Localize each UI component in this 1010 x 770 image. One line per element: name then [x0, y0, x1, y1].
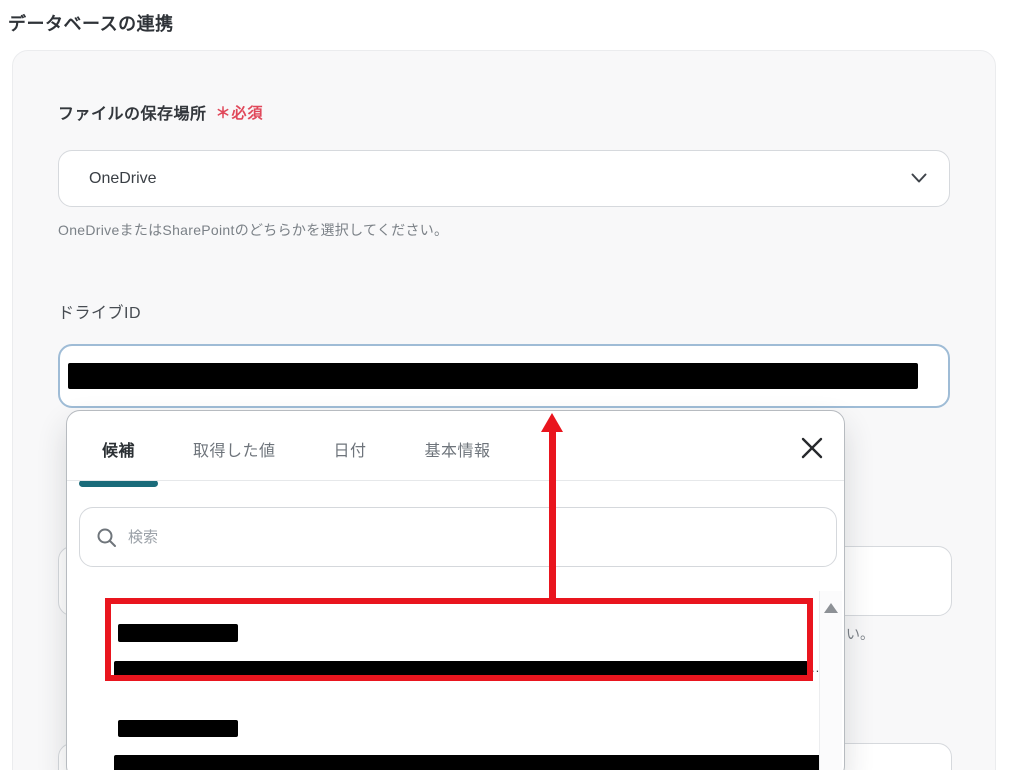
popup-search-box — [79, 507, 837, 567]
tabs-divider — [67, 480, 844, 481]
drive-id-label: ドライブID — [58, 305, 142, 322]
popup-scrollbar[interactable] — [819, 591, 842, 770]
item-value-redacted — [114, 661, 808, 679]
close-button[interactable] — [796, 432, 828, 464]
background-helper-fragment: い。 — [846, 626, 874, 642]
list-item[interactable]: ... — [67, 614, 824, 722]
required-badge: ＊必須 — [215, 104, 264, 122]
close-icon — [800, 436, 824, 460]
chevron-down-icon — [911, 173, 927, 184]
item-title-redacted — [118, 624, 238, 642]
screen: データベースの連携 ファイルの保存場所 ＊必須 OneDrive OneDriv… — [0, 0, 1010, 770]
drive-id-input[interactable] — [58, 344, 950, 408]
item-title-redacted — [118, 720, 238, 737]
tab-date[interactable]: 日付 — [311, 429, 390, 469]
list-item[interactable]: ... — [67, 710, 841, 770]
tab-candidates[interactable]: 候補 — [79, 429, 159, 487]
tab-basic-info[interactable]: 基本情報 — [402, 429, 514, 469]
storage-label: ファイルの保存場所 — [58, 106, 207, 123]
item-value-redacted — [114, 755, 826, 770]
storage-select-value: OneDrive — [89, 169, 157, 187]
tab-retrieved-values[interactable]: 取得した値 — [170, 429, 299, 469]
search-input[interactable] — [128, 528, 820, 546]
scroll-up-icon[interactable] — [824, 603, 838, 613]
page-title: データベースの連携 — [8, 14, 174, 34]
storage-label-row: ファイルの保存場所 ＊必須 — [58, 100, 264, 124]
popup-tabs: 候補 取得した値 日付 基本情報 — [79, 429, 514, 487]
suggestion-list: ... ... — [67, 568, 841, 770]
drive-id-redacted-value — [68, 363, 918, 389]
search-icon — [96, 527, 117, 548]
suggestion-popup: 候補 取得した値 日付 基本情報 ... — [66, 410, 845, 770]
storage-helper-text: OneDriveまたはSharePointのどちらかを選択してください。 — [58, 222, 449, 238]
storage-select[interactable]: OneDrive — [58, 150, 950, 207]
